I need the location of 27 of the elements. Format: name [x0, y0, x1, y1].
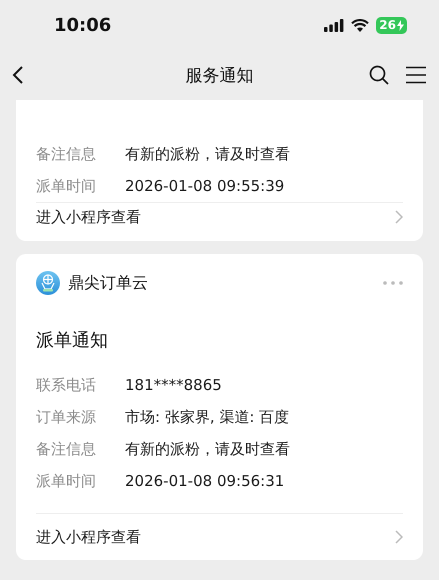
- field-label: 派单时间: [36, 176, 97, 196]
- signal-icon: [324, 18, 344, 32]
- app-logo-icon: [36, 271, 60, 295]
- page-title: 服务通知: [186, 66, 254, 86]
- notice-title: 派单通知: [36, 329, 109, 353]
- chevron-right-icon: [395, 530, 403, 544]
- field-label: 备注信息: [36, 144, 97, 164]
- field-value: 2026-01-08 09:56:31: [125, 472, 284, 490]
- field-label: 备注信息: [36, 440, 97, 458]
- field-value: 有新的派粉，请及时查看: [125, 440, 290, 458]
- field-label: 订单来源: [36, 408, 97, 426]
- app-name: 鼎尖订单云: [68, 272, 149, 294]
- open-mini-program-link[interactable]: 进入小程序查看: [36, 203, 403, 231]
- back-button[interactable]: [12, 65, 24, 85]
- field-value: 市场: 张家界, 渠道: 百度: [125, 408, 290, 426]
- battery-indicator: 26: [376, 16, 407, 34]
- wifi-icon: [351, 18, 370, 32]
- open-mini-program-link[interactable]: 进入小程序查看: [36, 514, 403, 560]
- clock-time: 10:06: [54, 14, 112, 36]
- field-value: 181****8865: [125, 376, 222, 394]
- search-button[interactable]: [369, 65, 389, 85]
- field-label: 联系电话: [36, 376, 97, 394]
- field-value: 2026-01-08 09:55:39: [125, 177, 284, 195]
- chevron-right-icon: [395, 210, 403, 224]
- field-value: 有新的派粉，请及时查看: [125, 144, 290, 164]
- field-label: 派单时间: [36, 472, 97, 490]
- menu-button[interactable]: [405, 66, 427, 84]
